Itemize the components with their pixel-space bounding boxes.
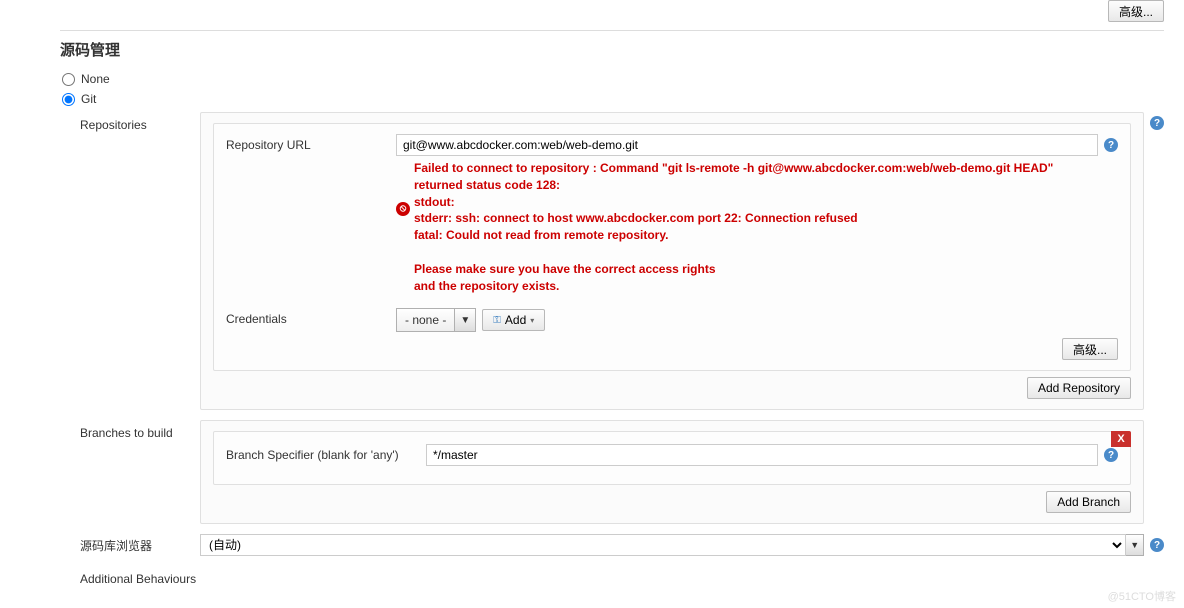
- help-icon[interactable]: ?: [1150, 116, 1164, 130]
- chevron-down-icon: ▾: [530, 316, 534, 325]
- scm-git-label: Git: [81, 92, 96, 106]
- repositories-label: Repositories: [80, 112, 200, 132]
- credentials-select[interactable]: - none - ▼: [396, 308, 476, 332]
- add-repository-label: Add Repository: [1038, 381, 1120, 395]
- repo-url-label: Repository URL: [226, 134, 396, 152]
- advanced-button-top[interactable]: 高级...: [1108, 0, 1164, 22]
- delete-branch-button[interactable]: X: [1111, 431, 1131, 447]
- branch-specifier-input[interactable]: [426, 444, 1098, 466]
- error-line-2: stdout:: [414, 194, 1098, 211]
- credentials-value: - none -: [397, 313, 454, 327]
- help-icon[interactable]: ?: [1104, 448, 1118, 462]
- scm-none-radio[interactable]: [62, 73, 75, 86]
- repository-item: Repository URL ⦸ Failed to connect to re…: [213, 123, 1131, 371]
- watermark: @51CTO博客: [1108, 588, 1176, 604]
- scm-git-radio[interactable]: [62, 93, 75, 106]
- error-line-6: and the repository exists.: [414, 278, 1098, 295]
- branches-panel: X Branch Specifier (blank for 'any') ? A…: [200, 420, 1144, 524]
- error-line-3: stderr: ssh: connect to host www.abcdock…: [414, 210, 1098, 227]
- repo-advanced-label: 高级...: [1073, 341, 1107, 358]
- add-credentials-button[interactable]: ⚿ Add ▾: [482, 309, 545, 331]
- advanced-button-top-label: 高级...: [1119, 3, 1153, 20]
- branches-label: Branches to build: [80, 420, 200, 440]
- help-icon[interactable]: ?: [1104, 138, 1118, 152]
- additional-behaviours-label: Additional Behaviours: [80, 566, 200, 586]
- chevron-down-icon: ▼: [454, 309, 475, 331]
- add-repository-button[interactable]: Add Repository: [1027, 377, 1131, 399]
- error-icon: ⦸: [396, 202, 410, 216]
- branch-specifier-label: Branch Specifier (blank for 'any'): [226, 444, 426, 462]
- repo-browser-select[interactable]: (自动): [200, 534, 1126, 556]
- help-icon[interactable]: ?: [1150, 538, 1164, 552]
- chevron-down-icon: ▼: [1126, 534, 1144, 556]
- add-branch-button[interactable]: Add Branch: [1046, 491, 1131, 513]
- divider: [60, 30, 1164, 31]
- error-line-5: Please make sure you have the correct ac…: [414, 261, 1098, 278]
- error-line-4: fatal: Could not read from remote reposi…: [414, 227, 1098, 244]
- error-line-1: Failed to connect to repository : Comman…: [414, 160, 1098, 194]
- scm-none-label: None: [81, 72, 110, 86]
- repo-error-block: ⦸ Failed to connect to repository : Comm…: [396, 160, 1098, 294]
- add-credentials-label: Add: [505, 313, 526, 327]
- key-icon: ⚿: [493, 315, 501, 326]
- branch-item: X Branch Specifier (blank for 'any') ?: [213, 431, 1131, 485]
- repo-advanced-button[interactable]: 高级...: [1062, 338, 1118, 360]
- section-title: 源码管理: [60, 39, 1164, 60]
- repo-url-input[interactable]: [396, 134, 1098, 156]
- add-branch-label: Add Branch: [1057, 495, 1120, 509]
- credentials-label: Credentials: [226, 308, 396, 326]
- repo-browser-label: 源码库浏览器: [80, 537, 200, 554]
- repositories-panel: Repository URL ⦸ Failed to connect to re…: [200, 112, 1144, 410]
